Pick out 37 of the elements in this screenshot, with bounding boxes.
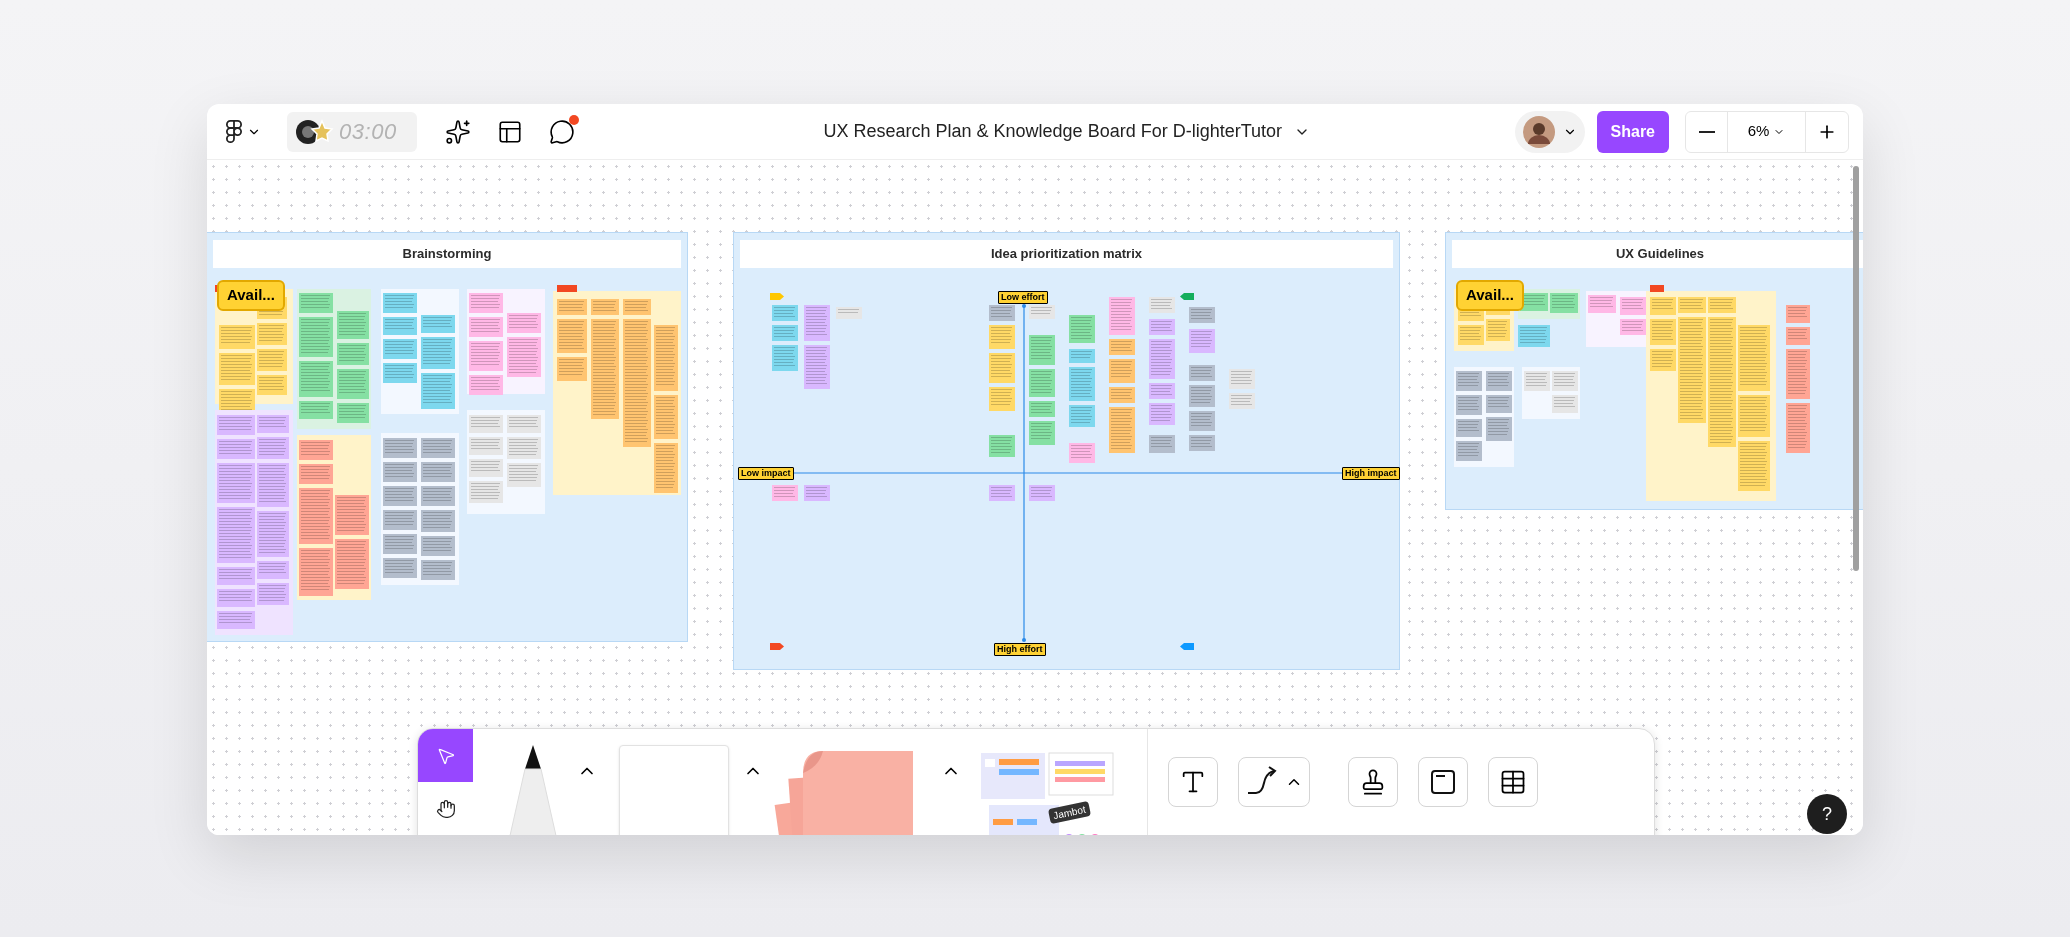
board-title: Brainstorming [402, 245, 492, 264]
template-tag: Jambot [1047, 800, 1091, 825]
axis-label: High impact [1342, 467, 1400, 480]
axis-label: Low impact [738, 467, 794, 480]
table-icon [1499, 768, 1527, 796]
avatar-button[interactable] [1514, 110, 1585, 153]
axis-label: High effort [994, 643, 1046, 656]
logo-icon [225, 119, 243, 144]
board-title: Idea prioritization matrix [991, 245, 1142, 264]
avatar [1522, 115, 1555, 148]
flag-icon [1180, 643, 1194, 650]
flag-icon [770, 293, 784, 300]
help-button[interactable]: ? [1807, 794, 1847, 834]
text-tool[interactable] [1168, 757, 1218, 807]
tool-button[interactable] [418, 729, 473, 782]
templates-tool[interactable]: Jambot [979, 749, 1119, 835]
hand-icon [435, 798, 456, 819]
frame-tool[interactable] [1418, 757, 1468, 807]
frame-icon [1429, 768, 1457, 796]
stamp-tool[interactable] [1348, 757, 1398, 807]
board-title: UX Guidelines [1615, 245, 1705, 264]
comment-icon [549, 118, 575, 145]
minus-icon [1698, 130, 1715, 133]
zoom-level-button[interactable]: 6% [1728, 111, 1806, 152]
tool-button[interactable] [418, 782, 473, 835]
connector-tool[interactable] [1238, 757, 1310, 807]
flag-icon [770, 643, 784, 650]
table-tool[interactable] [1488, 757, 1538, 807]
file-title-button[interactable]: UX Research Plan & Knowledge Board For D-lighterTutor [823, 118, 1311, 145]
flag-icon [1180, 293, 1194, 300]
status-tag: Avail... [1456, 280, 1524, 311]
status-tag: Avail... [217, 280, 285, 311]
axis-label: Low effort [998, 291, 1048, 304]
timer-display: 03:00 [339, 118, 397, 146]
sparkle-icon [445, 118, 471, 145]
share-button[interactable]: Share [1596, 110, 1669, 153]
layout-icon [497, 118, 523, 145]
